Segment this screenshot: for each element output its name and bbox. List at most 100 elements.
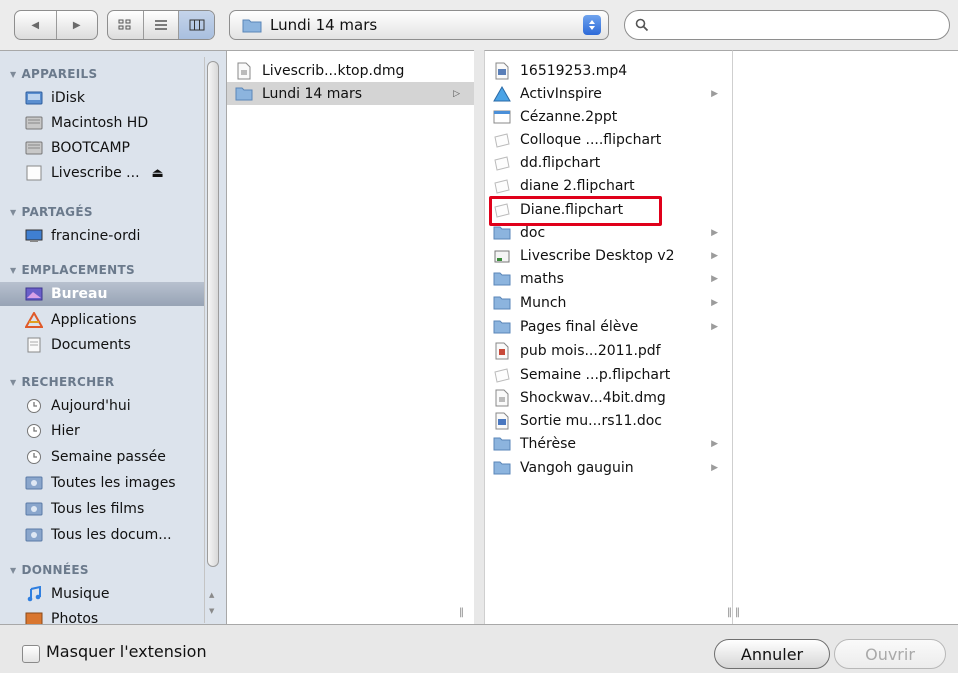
back-button[interactable]: ◀ bbox=[15, 11, 56, 39]
disclosure-triangle-icon: ▼ bbox=[10, 265, 17, 275]
cancel-button[interactable]: Annuler bbox=[714, 639, 830, 669]
sidebar-item-bureau[interactable]: Bureau bbox=[0, 282, 204, 306]
eject-icon[interactable]: ⏏ bbox=[152, 166, 164, 181]
sidebar-item-yesterday[interactable]: Hier bbox=[0, 419, 204, 443]
view-mode-control bbox=[107, 10, 215, 40]
search-icon bbox=[635, 18, 649, 32]
flipchart-file-icon bbox=[493, 366, 511, 384]
file-row[interactable]: Cézanne.2ppt bbox=[485, 105, 732, 128]
photos-icon bbox=[24, 610, 44, 624]
video-file-icon bbox=[493, 62, 511, 80]
file-row[interactable]: pub mois...2011.pdf bbox=[485, 339, 732, 362]
hide-extension-checkbox[interactable] bbox=[22, 645, 40, 663]
hide-extension-label[interactable]: Masquer l'extension bbox=[46, 642, 207, 661]
computer-icon bbox=[24, 227, 44, 245]
sidebar-item-livescribe[interactable]: Livescribe ... ⏏ bbox=[0, 161, 204, 185]
dialog-footer: Masquer l'extension Annuler Ouvrir bbox=[0, 624, 958, 673]
sidebar-item-documents[interactable]: Documents bbox=[0, 333, 204, 357]
sidebar-item-idisk[interactable]: iDisk bbox=[0, 86, 204, 110]
sidebar-section-media[interactable]: ▼ DONNÉES bbox=[10, 561, 89, 579]
flipchart-file-icon bbox=[493, 131, 511, 149]
back-arrow-icon: ◀ bbox=[31, 19, 40, 31]
scroll-down-icon[interactable]: ▼ bbox=[209, 607, 214, 615]
sidebar-item-francine-ordi[interactable]: francine-ordi bbox=[0, 224, 204, 248]
file-row[interactable]: Semaine ...p.flipchart bbox=[485, 363, 732, 386]
desktop-icon bbox=[24, 285, 44, 303]
back-forward-control: ◀ ▶ bbox=[14, 10, 98, 40]
disclosure-arrow-icon: ▶ bbox=[711, 297, 718, 308]
folder-icon bbox=[493, 459, 511, 477]
file-row-highlighted[interactable]: Diane.flipchart bbox=[485, 198, 732, 221]
sidebar-scrollbar[interactable]: ▲ ▼ bbox=[204, 57, 220, 623]
sidebar-item-applications[interactable]: Applications bbox=[0, 308, 204, 332]
sidebar-item-all-documents[interactable]: Tous les docum... bbox=[0, 523, 204, 547]
file-row[interactable]: Sortie mu...rs11.doc bbox=[485, 409, 732, 432]
folder-row[interactable]: Vangoh gauguin ▶ bbox=[485, 456, 732, 479]
dmg-file-icon bbox=[235, 62, 253, 80]
list-view-icon bbox=[155, 20, 167, 30]
app-folder-icon bbox=[493, 85, 511, 103]
column-resize-handle[interactable]: ‖ bbox=[459, 607, 464, 618]
column-view-icon bbox=[189, 19, 205, 31]
installer-icon bbox=[493, 247, 511, 265]
folder-row[interactable]: Munch ▶ bbox=[485, 291, 732, 314]
browser-column-3: ‖ bbox=[732, 50, 958, 624]
sidebar-section-devices[interactable]: ▼ APPAREILS bbox=[10, 65, 97, 83]
folder-icon bbox=[493, 294, 511, 312]
folder-icon bbox=[235, 85, 253, 103]
file-row[interactable]: Livescribe Desktop v2 ▶ bbox=[485, 244, 732, 267]
sidebar-item-all-movies[interactable]: Tous les films bbox=[0, 497, 204, 521]
open-button[interactable]: Ouvrir bbox=[834, 639, 946, 669]
music-icon bbox=[24, 585, 44, 603]
disclosure-triangle-icon: ▼ bbox=[10, 69, 17, 79]
file-row[interactable]: Shockwav...4bit.dmg bbox=[485, 386, 732, 409]
column-view-button[interactable] bbox=[178, 11, 214, 39]
removable-drive-icon bbox=[24, 164, 44, 182]
folder-row[interactable]: maths ▶ bbox=[485, 267, 732, 290]
scroll-up-icon[interactable]: ▲ bbox=[209, 591, 214, 599]
forward-button[interactable]: ▶ bbox=[55, 11, 98, 39]
search-field[interactable] bbox=[624, 10, 950, 40]
file-row[interactable]: Colloque ....flipchart bbox=[485, 128, 732, 151]
sidebar-item-macintosh-hd[interactable]: Macintosh HD bbox=[0, 111, 204, 135]
folder-row-selected[interactable]: Lundi 14 mars ▷ bbox=[227, 82, 474, 105]
sidebar-item-all-images[interactable]: Toutes les images bbox=[0, 471, 204, 495]
file-row[interactable]: ActivInspire ▶ bbox=[485, 82, 732, 105]
location-popup[interactable]: Lundi 14 mars bbox=[229, 10, 609, 40]
sidebar-item-bootcamp[interactable]: BOOTCAMP bbox=[0, 136, 204, 160]
sidebar-item-music[interactable]: Musique bbox=[0, 582, 204, 606]
disclosure-arrow-icon: ▶ bbox=[711, 273, 718, 284]
icon-view-icon bbox=[118, 19, 131, 30]
hard-drive-icon bbox=[24, 114, 44, 132]
folder-row[interactable]: doc ▶ bbox=[485, 221, 732, 244]
sidebar-section-places[interactable]: ▼ EMPLACEMENTS bbox=[10, 261, 135, 279]
smart-folder-icon bbox=[24, 526, 44, 544]
sidebar-item-photos[interactable]: Photos bbox=[0, 607, 204, 624]
file-row[interactable]: Livescrib...ktop.dmg bbox=[227, 59, 474, 82]
list-view-button[interactable] bbox=[142, 11, 179, 39]
disclosure-arrow-icon: ▶ bbox=[711, 321, 718, 332]
smart-folder-icon bbox=[24, 474, 44, 492]
disclosure-triangle-icon: ▼ bbox=[10, 377, 17, 387]
folder-icon bbox=[493, 270, 511, 288]
disclosure-triangle-icon: ▼ bbox=[10, 207, 17, 217]
flipchart-file-icon bbox=[493, 154, 511, 172]
hard-drive-icon bbox=[24, 139, 44, 157]
applications-icon bbox=[24, 311, 44, 329]
word-file-icon bbox=[493, 412, 511, 430]
sidebar-section-shared[interactable]: ▼ PARTAGÉS bbox=[10, 203, 93, 221]
folder-icon bbox=[493, 224, 511, 242]
file-row[interactable]: dd.flipchart bbox=[485, 151, 732, 174]
icon-view-button[interactable] bbox=[108, 11, 143, 39]
file-row[interactable]: 16519253.mp4 bbox=[485, 59, 732, 82]
scrollbar-thumb[interactable] bbox=[207, 61, 219, 567]
folder-row[interactable]: Pages final élève ▶ bbox=[485, 315, 732, 338]
column-resize-handle[interactable]: ‖ bbox=[735, 607, 740, 618]
sidebar-item-today[interactable]: Aujourd'hui bbox=[0, 394, 204, 418]
sidebar-item-last-week[interactable]: Semaine passée bbox=[0, 445, 204, 469]
dmg-file-icon bbox=[493, 389, 511, 407]
disclosure-arrow-icon: ▶ bbox=[711, 438, 718, 449]
folder-row[interactable]: Thérèse ▶ bbox=[485, 432, 732, 455]
sidebar-section-search[interactable]: ▼ RECHERCHER bbox=[10, 373, 114, 391]
file-row[interactable]: diane 2.flipchart bbox=[485, 174, 732, 197]
